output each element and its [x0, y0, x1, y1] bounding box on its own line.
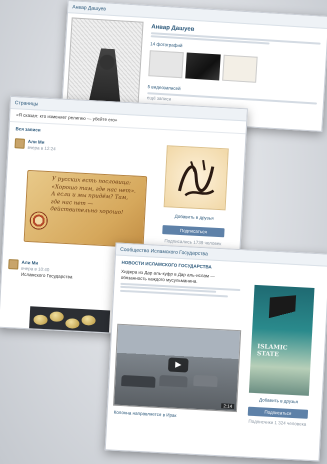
add-friend-link[interactable]: Добавить в друзья: [163, 213, 225, 222]
seal-icon: [29, 211, 49, 231]
post-body: НОВОСТИ ИСЛАМСКОГО ГОСУДАРСТВА Хиджра из…: [114, 256, 248, 304]
video-player[interactable]: ▶ 2:14: [113, 323, 242, 413]
community-poster: ISLAMIC STATE: [248, 284, 315, 396]
poster-text: ISLAMIC STATE: [256, 343, 288, 359]
profile-info: Анвар Дашуев 14 фотографий 5 видеозаписе…: [147, 24, 321, 111]
avatar[interactable]: [14, 138, 26, 149]
photo-thumb[interactable]: [148, 50, 184, 79]
community-actions: Добавить в друзья Подписаться Подписалис…: [162, 213, 226, 247]
add-friend-link[interactable]: Добавить в друзья: [248, 397, 308, 406]
subscribe-button[interactable]: Подписаться: [247, 406, 309, 419]
avatar[interactable]: [8, 259, 19, 270]
photo-thumb[interactable]: [185, 52, 221, 81]
car-image: [193, 374, 218, 388]
post-time: вчера в 12:24: [27, 144, 56, 152]
video-caption[interactable]: Колонна направляется в Ирак: [114, 410, 238, 422]
video-duration: 2:14: [221, 403, 235, 409]
community-screenshot-front: Сообщество Исламского Государства НОВОСТ…: [104, 242, 327, 462]
photo-thumb[interactable]: [222, 54, 258, 83]
subscribe-button[interactable]: Подписаться: [162, 225, 225, 238]
parchment-text: У русских есть пословица: «Хорошо там, г…: [50, 176, 137, 217]
post-image-coins[interactable]: [28, 306, 111, 335]
calligraphy-icon: [178, 159, 215, 197]
post-image-parchment[interactable]: У русских есть пословица: «Хорошо там, г…: [23, 169, 148, 249]
flag-icon: [268, 295, 297, 328]
play-icon[interactable]: ▶: [167, 357, 189, 373]
community-avatar-calligraphy: [163, 145, 229, 211]
car-image: [121, 375, 156, 388]
community-actions: Добавить в друзья Подписаться Подписчики…: [247, 397, 309, 428]
followers-count: Подписчики 1 324 человека: [248, 418, 307, 427]
car-image: [159, 375, 188, 388]
